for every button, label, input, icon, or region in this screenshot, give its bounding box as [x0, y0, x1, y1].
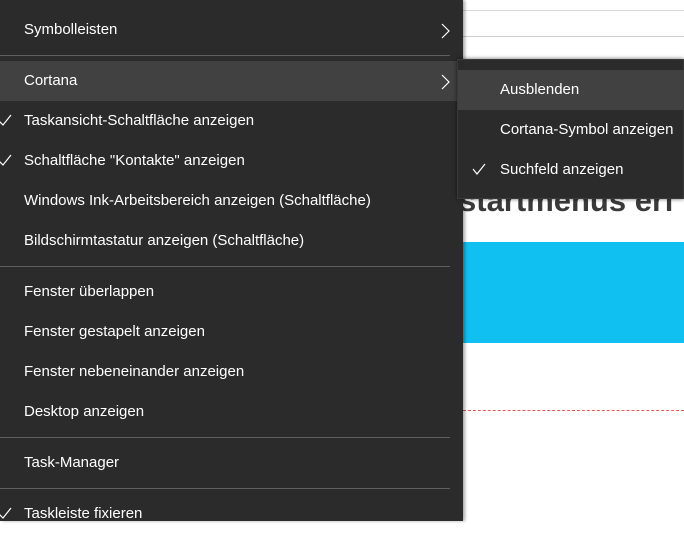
menu-item-label: Cortana [24, 72, 78, 89]
checkmark-icon [0, 114, 12, 126]
menu-item-label: Bildschirmtastatur anzeigen (Schaltfläch… [24, 232, 305, 249]
menu-item-label: Fenster überlappen [24, 283, 155, 300]
menu-item-desktop-anzeigen[interactable]: Desktop anzeigen [0, 392, 463, 432]
menu-item-label: Desktop anzeigen [24, 403, 145, 420]
submenu-item-cortana-symbol[interactable]: Cortana-Symbol anzeigen [458, 110, 684, 150]
menu-item-label: Schaltfläche "Kontakte" anzeigen [24, 152, 245, 169]
menu-item-label: Windows Ink-Arbeitsbereich anzeigen (Sch… [24, 192, 371, 209]
menu-item-label: Taskleiste fixieren [24, 505, 143, 522]
submenu-item-label: Ausblenden [500, 81, 580, 98]
menu-item-label: Fenster gestapelt anzeigen [24, 323, 205, 340]
submenu-item-label: Cortana-Symbol anzeigen [500, 121, 674, 138]
checkmark-icon [472, 163, 486, 175]
menu-separator [0, 266, 450, 267]
cortana-submenu: Ausblenden Cortana-Symbol anzeigen Suchf… [457, 59, 684, 199]
chevron-right-icon [441, 74, 450, 90]
menu-separator [0, 55, 450, 56]
submenu-item-label: Suchfeld anzeigen [500, 161, 624, 178]
menu-item-fenster-gestapelt[interactable]: Fenster gestapelt anzeigen [0, 312, 463, 352]
menu-item-label: Symbolleisten [24, 21, 118, 38]
checkmark-icon [0, 154, 12, 166]
page-banner [463, 242, 684, 343]
menu-item-kontakte[interactable]: Schaltfläche "Kontakte" anzeigen [0, 141, 463, 181]
submenu-item-ausblenden[interactable]: Ausblenden [458, 70, 684, 110]
menu-item-cortana[interactable]: Cortana [0, 61, 463, 101]
submenu-item-suchfeld[interactable]: Suchfeld anzeigen [458, 150, 684, 190]
checkmark-icon [0, 507, 12, 519]
menu-item-label: Task-Manager [24, 454, 120, 471]
menu-item-taskleiste-fixieren[interactable]: Taskleiste fixieren [0, 494, 463, 534]
page-dotted-divider [463, 410, 684, 411]
chevron-right-icon [441, 23, 450, 39]
menu-item-label: Taskansicht-Schaltfläche anzeigen [24, 112, 255, 129]
menu-item-label: Fenster nebeneinander anzeigen [24, 363, 245, 380]
menu-item-windows-ink[interactable]: Windows Ink-Arbeitsbereich anzeigen (Sch… [0, 181, 463, 221]
menu-item-symbolleisten[interactable]: Symbolleisten [0, 10, 463, 50]
page-top-border-2 [463, 36, 684, 37]
menu-item-bildschirmtastatur[interactable]: Bildschirmtastatur anzeigen (Schaltfläch… [0, 221, 463, 261]
page-top-border [463, 10, 684, 11]
menu-item-task-manager[interactable]: Task-Manager [0, 443, 463, 483]
menu-item-fenster-nebeneinander[interactable]: Fenster nebeneinander anzeigen [0, 352, 463, 392]
taskbar-context-menu: Symbolleisten Cortana Taskansicht-Schalt… [0, 0, 463, 522]
menu-separator [0, 437, 450, 438]
menu-item-taskansicht[interactable]: Taskansicht-Schaltfläche anzeigen [0, 101, 463, 141]
menu-item-fenster-ueberlappen[interactable]: Fenster überlappen [0, 272, 463, 312]
menu-separator [0, 488, 450, 489]
